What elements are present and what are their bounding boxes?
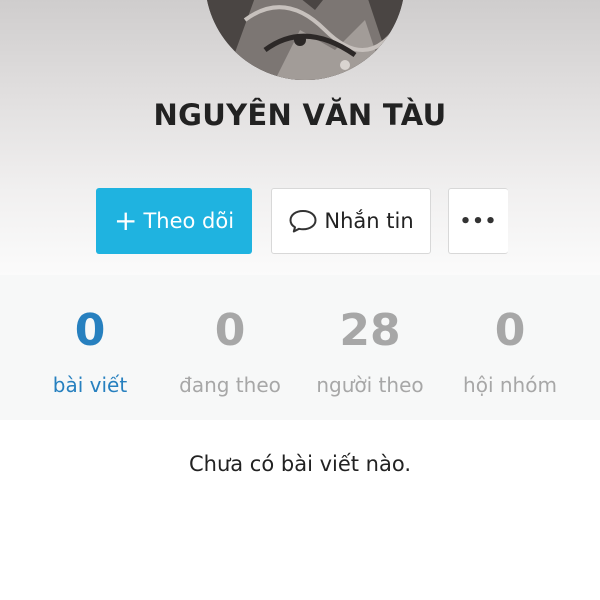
stat-posts[interactable]: 0 bài viết <box>15 275 165 420</box>
stat-followers[interactable]: 28 người theo <box>295 275 445 420</box>
stat-label: đang theo <box>179 373 281 397</box>
stat-value: 28 <box>339 305 401 356</box>
avatar-image <box>205 0 405 80</box>
stat-value: 0 <box>74 305 106 356</box>
message-label: Nhắn tin <box>324 209 414 233</box>
stat-value: 0 <box>214 305 246 356</box>
stat-label: người theo <box>316 373 424 397</box>
chat-bubble-icon <box>288 208 318 234</box>
stat-groups[interactable]: 0 hội nhóm <box>435 275 585 420</box>
profile-name: NGUYÊN VĂN TÀU <box>153 98 447 132</box>
stat-following[interactable]: 0 đang theo <box>155 275 305 420</box>
follow-label: Theo dõi <box>143 209 235 233</box>
follow-button[interactable]: + Theo dõi <box>96 188 252 254</box>
more-dots-icon: ••• <box>459 210 498 232</box>
message-button[interactable]: Nhắn tin <box>271 188 431 254</box>
more-button[interactable]: ••• <box>448 188 508 254</box>
stat-label: bài viết <box>52 373 128 397</box>
profile-header: NGUYÊN VĂN TÀU + Theo dõi Nhắn tin ••• <box>0 0 600 275</box>
avatar[interactable] <box>205 0 405 80</box>
stat-label: hội nhóm <box>463 373 557 397</box>
plus-icon: + <box>113 204 138 237</box>
profile-page: NGUYÊN VĂN TÀU + Theo dõi Nhắn tin ••• 0… <box>0 0 600 600</box>
profile-stats: 0 bài viết 0 đang theo 28 người theo 0 h… <box>0 275 600 420</box>
stat-value: 0 <box>494 305 526 356</box>
empty-posts-message: Chưa có bài viết nào. <box>188 452 412 476</box>
